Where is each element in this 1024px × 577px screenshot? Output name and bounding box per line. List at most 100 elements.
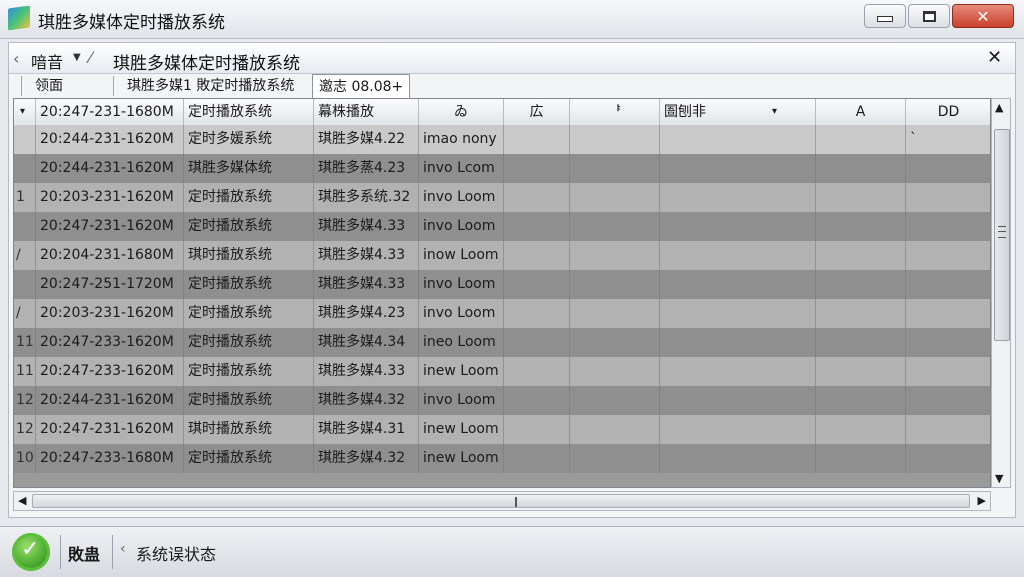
table-cell: 20:247-233-1620M bbox=[36, 328, 184, 357]
table-row[interactable]: 11 20:247-233-1620M 定时播放系统 琪胜多媒4.33 inew Loo… bbox=[14, 357, 990, 386]
table-cell bbox=[660, 357, 816, 386]
table-cell bbox=[816, 212, 906, 241]
table-cell bbox=[570, 212, 660, 241]
scroll-left-icon[interactable]: ◀ bbox=[18, 494, 26, 507]
row-index: 12 bbox=[14, 415, 36, 444]
breadcrumb-title: 琪胜多媒体定时播放系统 bbox=[113, 54, 300, 74]
table-cell: 20:247-231-1620M bbox=[36, 415, 184, 444]
table-row[interactable]: 1 20:203-231-1620M 定时播放系统 琪胜多系统.32 invo Loom bbox=[14, 183, 990, 212]
status-back-icon[interactable]: ‹ bbox=[120, 541, 126, 557]
table-cell: 琪胜多媒4.33 bbox=[314, 241, 419, 270]
table-cell bbox=[660, 444, 816, 473]
row-index: 10 bbox=[14, 444, 36, 473]
chevron-down-icon[interactable]: ▼ bbox=[73, 52, 81, 63]
chevron-down-icon[interactable]: ▾ bbox=[20, 99, 25, 125]
maximize-button[interactable] bbox=[908, 4, 950, 28]
table-cell bbox=[660, 125, 816, 154]
table-cell: 琪胜多系统.32 bbox=[314, 183, 419, 212]
column-header[interactable]: 定时播放系统 bbox=[184, 99, 314, 125]
table-cell: 20:244-231-1620M bbox=[36, 386, 184, 415]
tab-home[interactable]: 领面 bbox=[29, 74, 69, 98]
table-cell: 20:203-231-1620M bbox=[36, 183, 184, 212]
back-icon[interactable]: ‹ bbox=[13, 49, 19, 68]
table-row[interactable]: /20:204-231-1680M 琪时播放系统 琪胜多媒4.33 inow Loom bbox=[14, 241, 990, 270]
table-cell: 定时播放系统 bbox=[184, 328, 314, 357]
table-cell bbox=[660, 183, 816, 212]
table-cell bbox=[660, 241, 816, 270]
table-cell bbox=[816, 328, 906, 357]
breadcrumb-root[interactable]: 喑音 bbox=[31, 49, 63, 73]
table-row[interactable]: 12 20:244-231-1620M 定时播放系统 琪胜多媒4.32 invo Loo… bbox=[14, 386, 990, 415]
table-cell bbox=[504, 328, 570, 357]
minimize-button[interactable] bbox=[864, 4, 906, 28]
table-cell bbox=[816, 415, 906, 444]
column-header[interactable]: 20:247-231-1680M bbox=[36, 99, 184, 125]
column-header[interactable]: 圄刨非 bbox=[660, 99, 816, 125]
table-cell bbox=[504, 125, 570, 154]
row-index: 11 bbox=[14, 328, 36, 357]
title-bar[interactable]: 琪胜多媒体定时播放系统 ✕ bbox=[0, 0, 1024, 39]
table-row[interactable]: 20:244-231-1620M 定时多媛系统 琪胜多媒4.22 imao nony ` bbox=[14, 125, 990, 154]
table-cell bbox=[570, 444, 660, 473]
column-header[interactable]: ᅣ bbox=[570, 99, 660, 125]
table-row[interactable]: 10 20:247-233-1680M 定时播放系统 琪胜多媒4.32 inew Loo… bbox=[14, 444, 990, 473]
grip-icon bbox=[515, 497, 517, 507]
column-header[interactable]: DD bbox=[906, 99, 990, 125]
table-cell bbox=[504, 357, 570, 386]
horizontal-scroll-thumb[interactable] bbox=[32, 494, 970, 508]
column-header[interactable]: 幕株播放 bbox=[314, 99, 419, 125]
column-header[interactable]: A bbox=[816, 99, 906, 125]
vertical-scrollbar[interactable]: ▲ ▼ bbox=[991, 98, 1011, 488]
table-row[interactable]: 12 20:247-231-1620M 琪时播放系统 琪胜多媒4.31 inew Loo… bbox=[14, 415, 990, 444]
table-cell bbox=[504, 386, 570, 415]
table-cell bbox=[504, 154, 570, 183]
table-cell: 琪胜多媒4.22 bbox=[314, 125, 419, 154]
minimize-icon bbox=[877, 16, 893, 22]
table-row[interactable]: /20:203-231-1620M 定时播放系统 琪胜多媒4.23 invo Loom bbox=[14, 299, 990, 328]
app-window: 琪胜多媒体定时播放系统 ✕ ‹ 喑音 ▼ ⁄ 琪胜多媒体定时播放系统 ✕ 领面 … bbox=[0, 0, 1024, 577]
horizontal-scrollbar[interactable]: ◀ ▶ bbox=[13, 491, 991, 511]
table-cell: invo Loom bbox=[419, 386, 504, 415]
scroll-up-icon[interactable]: ▲ bbox=[995, 101, 1003, 114]
column-header[interactable]: ゐ bbox=[419, 99, 504, 125]
column-header[interactable]: 広 bbox=[504, 99, 570, 125]
table-cell: imao nony bbox=[419, 125, 504, 154]
main-panel: ‹ 喑音 ▼ ⁄ 琪胜多媒体定时播放系统 ✕ 领面 琪胜多媒1 敗定时播放系统 … bbox=[8, 42, 1016, 518]
tab-active[interactable]: 邀志 08.08+ bbox=[312, 74, 411, 98]
table-row[interactable]: 20:247-251-1720M 定时播放系统 琪胜多媒4.33 invo Loom bbox=[14, 270, 990, 299]
table-cell: 20:244-231-1620M bbox=[36, 125, 184, 154]
table-cell bbox=[570, 125, 660, 154]
table-cell bbox=[906, 444, 990, 473]
table-cell bbox=[816, 386, 906, 415]
table-cell bbox=[570, 154, 660, 183]
status-label: 敗蛊 bbox=[68, 545, 101, 564]
chevron-down-icon[interactable]: ▾ bbox=[772, 99, 777, 125]
table-cell: 20:247-251-1720M bbox=[36, 270, 184, 299]
table-cell bbox=[816, 241, 906, 270]
table-row[interactable]: 20:244-231-1620M 琪胜多媒体统 琪胜多蒸4.23 invo Lcom bbox=[14, 154, 990, 183]
status-divider bbox=[112, 535, 113, 569]
close-icon: ✕ bbox=[976, 6, 990, 26]
scroll-down-icon[interactable]: ▼ bbox=[995, 472, 1003, 485]
row-index: / bbox=[14, 241, 36, 270]
vertical-scroll-thumb[interactable] bbox=[994, 129, 1010, 341]
table-cell: inew Loom bbox=[419, 444, 504, 473]
table-cell: 定时播放系统 bbox=[184, 299, 314, 328]
tab-system[interactable]: 琪胜多媒1 敗定时播放系统 bbox=[121, 74, 300, 98]
tab-divider bbox=[113, 76, 114, 96]
table-cell: 定时播放系统 bbox=[184, 212, 314, 241]
table-cell: 20:244-231-1620M bbox=[36, 154, 184, 183]
row-index bbox=[14, 270, 36, 299]
table-cell: 20:204-231-1680M bbox=[36, 241, 184, 270]
table-cell: 20:247-233-1680M bbox=[36, 444, 184, 473]
scroll-right-icon[interactable]: ▶ bbox=[978, 494, 986, 507]
table-row[interactable]: 11 20:247-233-1620M 定时播放系统 琪胜多媒4.34 ineo Loo… bbox=[14, 328, 990, 357]
grid-header: 20:247-231-1680M 定时播放系统 幕株播放ゐ広 ᅣ 圄刨非 A DD ▾ ▾ bbox=[14, 99, 990, 126]
check-gear-icon[interactable]: ✓ bbox=[12, 533, 50, 571]
table-cell bbox=[570, 183, 660, 212]
close-panel-icon[interactable]: ✕ bbox=[987, 47, 1002, 68]
table-cell: inew Loom bbox=[419, 357, 504, 386]
table-row[interactable]: 20:247-231-1620M 定时播放系统 琪胜多媒4.33 invo Loom bbox=[14, 212, 990, 241]
status-bar: ✓ 敗蛊 ‹ 系统误状态 bbox=[0, 526, 1024, 577]
close-button[interactable]: ✕ bbox=[952, 4, 1014, 28]
